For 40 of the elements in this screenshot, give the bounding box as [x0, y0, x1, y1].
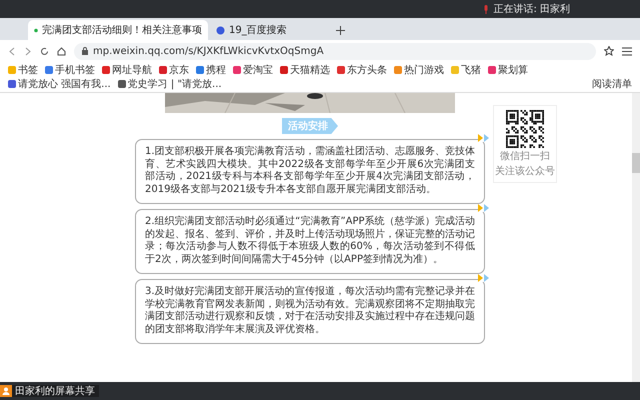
qr-code	[506, 110, 544, 148]
person-icon	[0, 385, 12, 397]
menu-icon[interactable]	[622, 46, 632, 56]
bookmark-link[interactable]: 爱淘宝	[233, 63, 273, 76]
bookmark-link[interactable]: 飞猪	[451, 63, 481, 76]
arrows-icon	[478, 204, 490, 212]
bookmark-link[interactable]: 东方头条	[337, 63, 387, 76]
reload-icon[interactable]	[40, 46, 49, 56]
browser-tab[interactable]: 完满团支部活动细则！相关注意事项	[28, 20, 208, 40]
star-icon[interactable]	[604, 46, 614, 56]
qr-caption: 微信扫一扫	[500, 150, 550, 163]
share-label: 田家利的屏幕共享	[0, 385, 99, 397]
rule-text: 3.及时做好完满团支部开展活动的宣传报道，每次活动均需有完整记录并在学校完满教育官网发表新闻，则视为活动有效。完满观察团将不定期抽取完满团支部活动进行观察和反馈，对于在活动安排及实施过程中存在违规问题的团支部将取消学年末展演及评优资格。	[145, 286, 475, 336]
bookmark-link[interactable]: 京东	[159, 63, 189, 76]
new-tab-icon[interactable]	[336, 26, 345, 35]
rule-text: 2.组织完满团支部活动时必须通过“完满教育”APP系统（慈学派）完成活动的发起、报名、签到、评价，并及时上传活动现场照片，保证完整的活动记录；每次活动参与人数不得低于本班级人数的60%，每次活动签到不得低于2次，两次签到时间间隔需大于45分钟（以APP签到情况为准）。	[145, 216, 475, 266]
forward-icon[interactable]	[24, 46, 32, 56]
bookmark-link[interactable]: 携程	[196, 63, 226, 76]
scrollbar[interactable]	[632, 93, 640, 382]
bookmark-link[interactable]: 党史学习 | "请党放...	[118, 77, 222, 90]
arrows-icon	[478, 134, 490, 142]
lock-icon	[82, 47, 88, 55]
home-icon[interactable]	[57, 46, 66, 56]
bookmark-link[interactable]: 天猫精选	[280, 63, 330, 76]
bookmark-link[interactable]: 手机书签	[45, 63, 95, 76]
section-title: 活动安排	[282, 118, 338, 134]
microphone-icon	[483, 4, 490, 14]
bookmark-link[interactable]: 网址导航	[102, 63, 152, 76]
bookmark-link[interactable]: 请党放心 强国有我...	[8, 77, 111, 90]
back-icon[interactable]	[8, 46, 16, 56]
reading-list-link[interactable]: 阅读清单	[592, 77, 632, 90]
bookmark-link[interactable]: 书签	[8, 63, 38, 76]
speaker-status: 正在讲话: 田家利	[493, 2, 570, 16]
qr-caption: 关注该公众号	[495, 164, 555, 178]
address-field[interactable]: mp.weixin.qq.com/s/KJXKfLWkicvKvtxOqSmgA	[74, 42, 596, 60]
arrows-icon	[478, 274, 490, 282]
bookmark-link[interactable]: 聚划算	[488, 63, 528, 76]
bookmark-link[interactable]: 热门游戏	[394, 63, 444, 76]
rule-text: 1.团支部积极开展各项完满教育活动，需涵盖社团活动、志愿服务、竞技体育、艺术实践四大模块。其中2022级各支部每学年至少开展6次完满团支部活动，2021级专科与本科各支部每学年至少开展4次完满团支部活动，2019级各支部与2021级专升本各支部自愿开展完满团支部活动。	[145, 146, 475, 196]
browser-tab[interactable]: 19_百度搜索	[210, 20, 330, 40]
